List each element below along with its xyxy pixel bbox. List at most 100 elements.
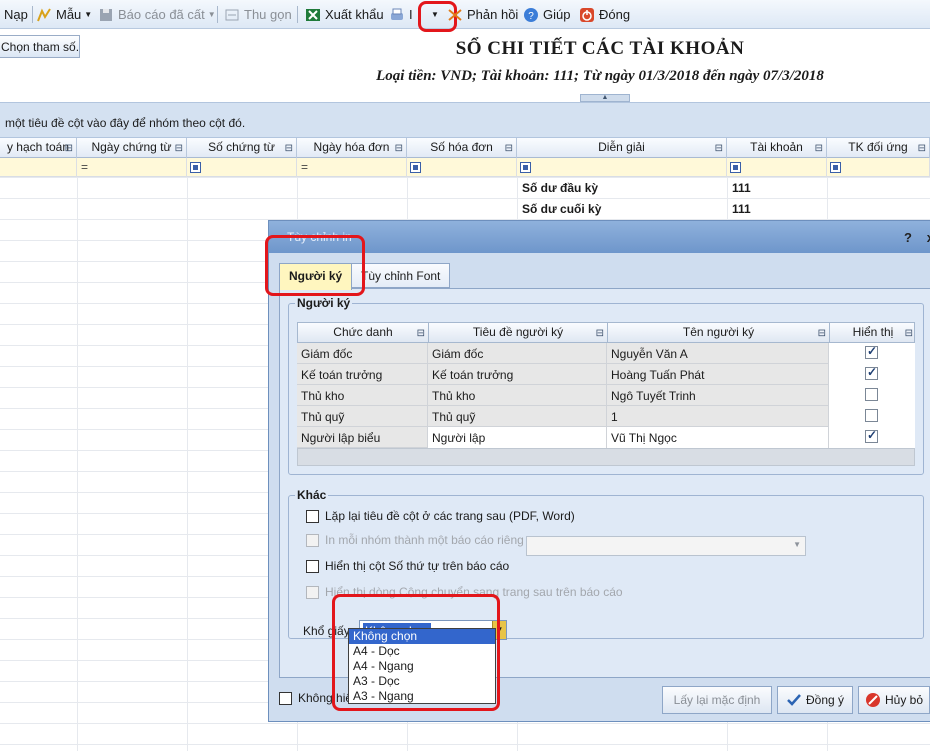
signer-name-cell[interactable]: Vũ Thị Ngọc <box>607 427 829 448</box>
grid-cell-dien-giai[interactable]: Số dư cuối kỳ <box>522 202 601 216</box>
signer-title-cell[interactable]: Thủ kho <box>297 385 428 406</box>
pin-icon[interactable]: ⊟ <box>175 139 183 158</box>
pin-icon[interactable]: ⊟ <box>596 324 604 343</box>
help-button[interactable]: ? <box>904 230 912 245</box>
signer-title-cell[interactable]: Giám đốc <box>297 343 428 364</box>
visible-checkbox[interactable] <box>865 365 878 380</box>
repeat-header-checkbox[interactable] <box>306 509 319 523</box>
signer-title-cell[interactable]: Người lập biểu <box>297 427 428 448</box>
visible-checkbox[interactable] <box>865 409 878 422</box>
visible-checkbox[interactable] <box>865 428 878 443</box>
dropdown-option[interactable]: Không chọn <box>349 629 495 644</box>
filter-cell[interactable] <box>517 158 727 177</box>
column-header[interactable]: Diễn giải ⊟ <box>517 138 727 158</box>
signer-title-cell[interactable]: Kế toán trưởng <box>297 364 428 385</box>
show-index-option[interactable]: Hiển thị cột Số thứ tự trên báo cáo <box>306 559 509 573</box>
filter-icon[interactable] <box>190 162 201 173</box>
filter-cell[interactable] <box>187 158 297 177</box>
pin-icon[interactable]: ⊟ <box>65 139 73 158</box>
carry-forward-checkbox[interactable] <box>306 585 319 599</box>
collapse-handle[interactable]: ▲ <box>580 94 630 102</box>
signer-heading-cell[interactable]: Người lập <box>428 427 607 448</box>
print-button[interactable]: I <box>389 0 413 29</box>
table-row[interactable]: Giám đốc Giám đốc Nguyễn Văn A <box>297 343 915 364</box>
pin-icon[interactable]: ⊟ <box>818 324 826 343</box>
filter-cell[interactable] <box>407 158 517 177</box>
cancel-button[interactable]: Hủy bỏ <box>858 686 930 714</box>
ok-button[interactable]: Đồng ý <box>777 686 853 714</box>
thu-gon-button[interactable]: Thu gọn <box>224 0 292 29</box>
bao-cao-da-cat-button[interactable]: Báo cáo đã cất ▼ <box>98 0 216 29</box>
grid-cell-tai-khoan[interactable]: 111 <box>732 202 751 216</box>
bottom-option-checkbox[interactable] <box>279 691 292 705</box>
pin-icon[interactable]: ⊟ <box>905 324 913 343</box>
equals-icon[interactable]: = <box>81 160 88 174</box>
pin-icon[interactable]: ⊟ <box>918 139 926 158</box>
column-header[interactable]: y hạch toán ⊟ <box>0 138 77 158</box>
pin-icon[interactable]: ⊟ <box>715 139 723 158</box>
signer-heading-cell[interactable]: Kế toán trưởng <box>428 364 607 385</box>
column-header[interactable]: Tài khoản ⊟ <box>727 138 827 158</box>
group-by-panel[interactable]: một tiêu đề cột vào đây để nhóm theo cột… <box>0 102 930 138</box>
column-header[interactable]: Tên người ký ⊟ <box>608 323 830 343</box>
filter-icon[interactable] <box>520 162 531 173</box>
dropdown-option[interactable]: A4 - Ngang <box>349 659 495 674</box>
pin-icon[interactable]: ⊟ <box>417 324 425 343</box>
column-header[interactable]: Số hóa đơn ⊟ <box>407 138 517 158</box>
dropdown-option[interactable]: A3 - Ngang <box>349 689 495 704</box>
dropdown-option[interactable]: A3 - Dọc <box>349 674 495 689</box>
visible-checkbox[interactable] <box>865 344 878 359</box>
chon-tham-so-button[interactable]: Chọn tham số... <box>0 35 80 58</box>
table-row[interactable]: Người lập biểu Người lập Vũ Thị Ngọc <box>297 427 915 448</box>
show-index-checkbox[interactable] <box>306 559 319 573</box>
filter-icon[interactable] <box>730 162 741 173</box>
tab-nguoi-ky[interactable]: Người ký <box>279 263 353 290</box>
visible-checkbox[interactable] <box>865 388 878 401</box>
separate-report-checkbox[interactable] <box>306 533 319 547</box>
pin-icon[interactable]: ⊟ <box>395 139 403 158</box>
grid-cell-tai-khoan[interactable]: 111 <box>732 181 751 195</box>
table-row[interactable]: Kế toán trưởng Kế toán trưởng Hoàng Tuấn… <box>297 364 915 385</box>
dropdown-option[interactable]: A4 - Dọc <box>349 644 495 659</box>
group-select[interactable] <box>526 536 806 556</box>
signer-name-cell[interactable]: Ngô Tuyết Trinh <box>607 385 829 406</box>
filter-icon[interactable] <box>410 162 421 173</box>
filter-cell[interactable] <box>827 158 930 177</box>
table-row[interactable]: Thủ kho Thủ kho Ngô Tuyết Trinh <box>297 385 915 406</box>
filter-cell[interactable] <box>727 158 827 177</box>
xuat-khau-button[interactable]: Xuất khẩu <box>305 0 384 29</box>
pin-icon[interactable]: ⊟ <box>505 139 513 158</box>
mau-button[interactable]: Mẫu ▼ <box>36 0 92 29</box>
signer-name-cell[interactable]: Hoàng Tuấn Phát <box>607 364 829 385</box>
column-header[interactable]: Số chứng từ ⊟ <box>187 138 297 158</box>
signer-name-cell[interactable]: 1 <box>607 406 829 427</box>
column-header[interactable]: Ngày hóa đơn ⊟ <box>297 138 407 158</box>
signer-title-cell[interactable]: Thủ quỹ <box>297 406 428 427</box>
phan-hoi-button[interactable]: Phản hồi <box>447 0 518 29</box>
nap-button[interactable]: Nạp <box>4 0 28 29</box>
filter-cell[interactable] <box>0 158 77 177</box>
pin-icon[interactable]: ⊟ <box>815 139 823 158</box>
signer-heading-cell[interactable]: Thủ kho <box>428 385 607 406</box>
signer-name-cell[interactable]: Nguyễn Văn A <box>607 343 829 364</box>
column-header[interactable]: Ngày chứng từ ⊟ <box>77 138 187 158</box>
dialog-title-bar[interactable]: Tùy chỉnh in ? x <box>269 221 930 253</box>
grid-cell-dien-giai[interactable]: Số dư đầu kỳ <box>522 181 598 195</box>
giup-button[interactable]: ? Giúp <box>523 0 570 29</box>
column-header[interactable]: Hiển thị ⊟ <box>830 323 916 343</box>
dong-button[interactable]: Đóng <box>579 0 630 29</box>
restore-default-button[interactable]: Lấy lại mặc định <box>662 686 772 714</box>
signer-heading-cell[interactable]: Giám đốc <box>428 343 607 364</box>
table-row[interactable]: Thủ quỹ Thủ quỹ 1 <box>297 406 915 427</box>
equals-icon[interactable]: = <box>301 160 308 174</box>
column-header[interactable]: TK đối ứng ⊟ <box>827 138 930 158</box>
column-header[interactable]: Tiêu đề người ký ⊟ <box>429 323 608 343</box>
signer-heading-cell[interactable]: Thủ quỹ <box>428 406 607 427</box>
pin-icon[interactable]: ⊟ <box>285 139 293 158</box>
column-header[interactable]: Chức danh ⊟ <box>298 323 429 343</box>
filter-cell[interactable]: = <box>77 158 187 177</box>
filter-icon[interactable] <box>830 162 841 173</box>
repeat-header-option[interactable]: Lặp lại tiêu đề cột ở các trang sau (PDF… <box>306 509 575 523</box>
filter-cell[interactable]: = <box>297 158 407 177</box>
tab-tuy-chinh-font[interactable]: Tùy chỉnh Font <box>351 263 451 288</box>
